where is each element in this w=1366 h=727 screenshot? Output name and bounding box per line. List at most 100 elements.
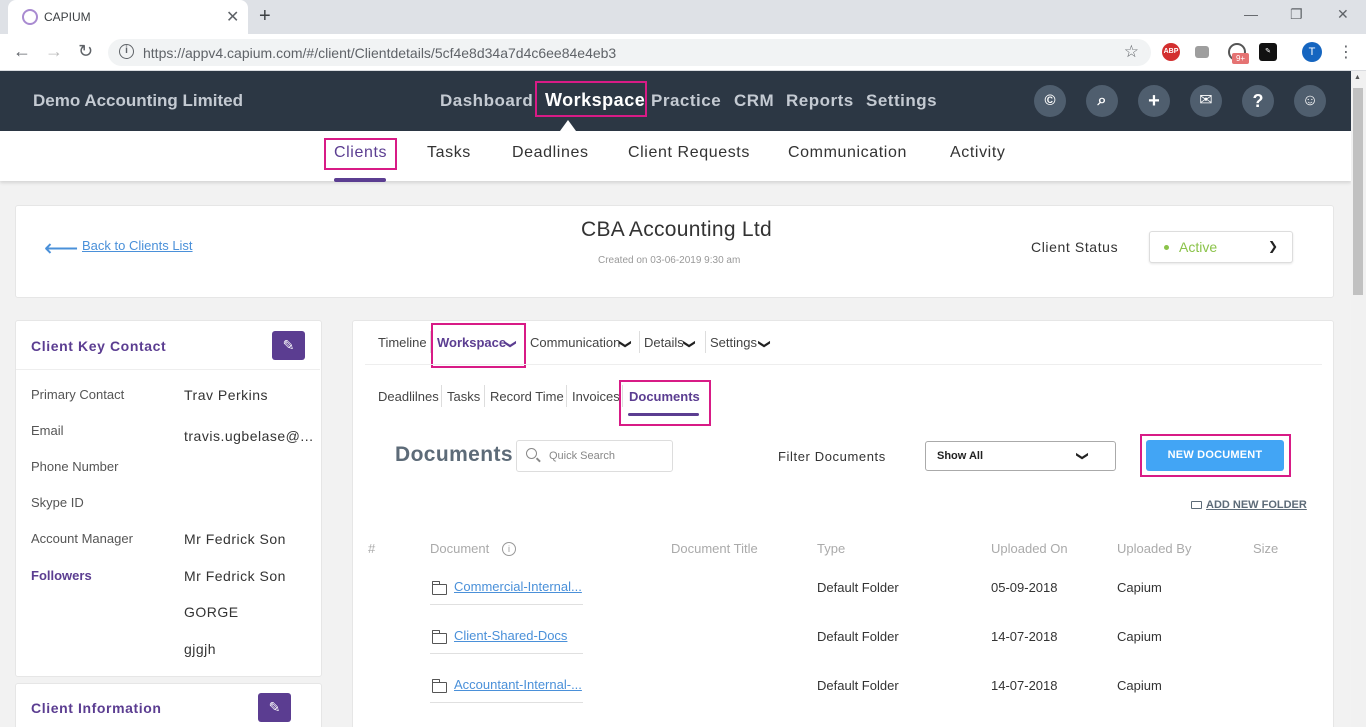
column-header-document-title[interactable]: Document Title [671,541,758,556]
nav-reports[interactable]: Reports [786,91,854,111]
pencil-icon: ✎ [282,337,295,353]
quick-search-input[interactable]: Quick Search [516,440,673,472]
help-icon[interactable]: ? [1242,85,1274,117]
nav-dashboard[interactable]: Dashboard [440,91,533,111]
nav-settings[interactable]: Settings [866,91,937,111]
workspace-card [352,320,1334,727]
filter-documents-select[interactable]: Show All ❯ [925,441,1116,471]
url-text[interactable]: https://appv4.capium.com/#/client/Client… [143,45,616,61]
company-name: Demo Accounting Limited [33,91,243,110]
forward-icon[interactable]: → [45,41,63,62]
column-header-size[interactable]: Size [1253,541,1278,556]
profile-avatar[interactable]: T [1302,42,1322,62]
back-arrow-icon[interactable]: ⟵ [44,234,78,263]
subtab-deadlines[interactable]: Deadlilnes [378,389,439,404]
reload-icon[interactable]: ↻ [78,41,93,62]
chevron-down-icon: ❯ [1268,239,1279,253]
tab-settings[interactable]: Settings [710,335,757,350]
tab-separator [484,385,485,407]
row-divider [430,604,583,605]
mail-icon[interactable]: ✉ [1190,85,1222,117]
subtab-invoices[interactable]: Invoices [572,389,620,404]
tab-separator [639,331,640,353]
subtab-record-time[interactable]: Record Time [490,389,564,404]
user-icon[interactable]: ☺ [1294,85,1326,117]
created-on: Created on 03-06-2019 9:30 am [598,255,741,266]
minimize-icon[interactable]: — [1244,6,1258,22]
chevron-down-icon: ❯ [619,338,634,350]
subnav-activity[interactable]: Activity [950,144,1005,162]
divider [365,364,1322,365]
column-header-document[interactable]: Document [430,541,489,556]
extension-icon[interactable] [1195,46,1209,58]
address-bar[interactable]: i https://appv4.capium.com/#/client/Clie… [108,39,1151,66]
edit-client-info-button[interactable]: ✎ [258,693,291,722]
new-tab-icon[interactable]: + [259,5,271,28]
document-link[interactable]: Client-Shared-Docs [454,628,567,643]
tab-communication[interactable]: Communication [530,335,620,350]
adblock-icon[interactable]: ABP [1162,43,1180,61]
site-info-icon[interactable]: i [119,44,134,59]
follower-item: Mr Fedrick Son [184,568,286,584]
sub-navigation: Clients Tasks Deadlines Client Requests … [0,131,1351,181]
chevron-down-icon: ❯ [683,338,698,350]
tab-separator [705,331,706,353]
client-status-select[interactable]: Active ❯ [1149,231,1293,263]
divider [16,369,320,370]
column-header-uploaded-on[interactable]: Uploaded On [991,541,1068,556]
document-link[interactable]: Accountant-Internal-... [454,677,582,692]
highlight-box [431,323,526,368]
document-uploaded-on: 14-07-2018 [991,629,1058,644]
subnav-tasks[interactable]: Tasks [427,144,471,162]
tab-close-icon[interactable]: ✕ [226,7,239,27]
row-divider [430,702,583,703]
extension-badge: 9+ [1232,53,1249,64]
subnav-communication[interactable]: Communication [788,144,907,162]
column-header-uploaded-by[interactable]: Uploaded By [1117,541,1191,556]
scrollbar-thumb[interactable] [1353,88,1363,295]
subnav-deadlines[interactable]: Deadlines [512,144,589,162]
nav-crm[interactable]: CRM [734,91,774,111]
subnav-client-requests[interactable]: Client Requests [628,144,750,162]
document-link[interactable]: Commercial-Internal... [454,579,582,594]
documents-title: Documents [395,443,513,466]
chevron-down-icon: ❯ [758,338,773,350]
folder-icon [432,630,447,644]
extension-pen-icon[interactable]: ✎ [1259,43,1277,61]
subtab-tasks[interactable]: Tasks [447,389,480,404]
field-label-email: Email [31,423,64,438]
browser-tab[interactable]: CAPIUM ✕ [8,0,248,34]
document-type: Default Folder [817,678,899,693]
field-label-phone: Phone Number [31,459,119,474]
document-uploaded-by: Capium [1117,629,1162,644]
folder-icon [432,679,447,693]
field-label-skype: Skype ID [31,495,84,510]
filter-documents-label: Filter Documents [778,449,886,464]
client-status-label: Client Status [1031,239,1119,255]
document-uploaded-on: 14-07-2018 [991,678,1058,693]
menu-kebab-icon[interactable]: ⋮ [1338,42,1354,62]
back-to-clients-link[interactable]: Back to Clients List [82,238,193,253]
row-divider [430,653,583,654]
window-close-icon[interactable]: ✕ [1337,6,1349,23]
highlight-box [324,138,397,170]
edit-contact-button[interactable]: ✎ [272,331,305,360]
bookmark-star-icon[interactable]: ☆ [1124,42,1139,62]
followers-label: Followers [31,568,92,583]
chevron-down-icon: ❯ [1076,450,1091,462]
add-new-folder-link[interactable]: ADD NEW FOLDER [1206,499,1307,511]
field-label-account-manager: Account Manager [31,531,133,546]
tab-timeline[interactable]: Timeline [378,335,427,350]
back-icon[interactable]: ← [13,41,31,62]
pencil-icon: ✎ [268,699,281,715]
capium-logo-icon[interactable]: © [1034,85,1066,117]
nav-practice[interactable]: Practice [651,91,721,111]
column-header-type[interactable]: Type [817,541,845,556]
follower-item: GORGE [184,604,239,620]
info-icon[interactable]: i [502,542,516,556]
scroll-up-icon[interactable]: ▲ [1354,74,1361,81]
tab-details[interactable]: Details [644,335,684,350]
plus-icon[interactable]: + [1138,85,1170,117]
search-icon[interactable]: ⌕ [1086,85,1118,117]
restore-icon[interactable]: ❐ [1290,6,1303,23]
